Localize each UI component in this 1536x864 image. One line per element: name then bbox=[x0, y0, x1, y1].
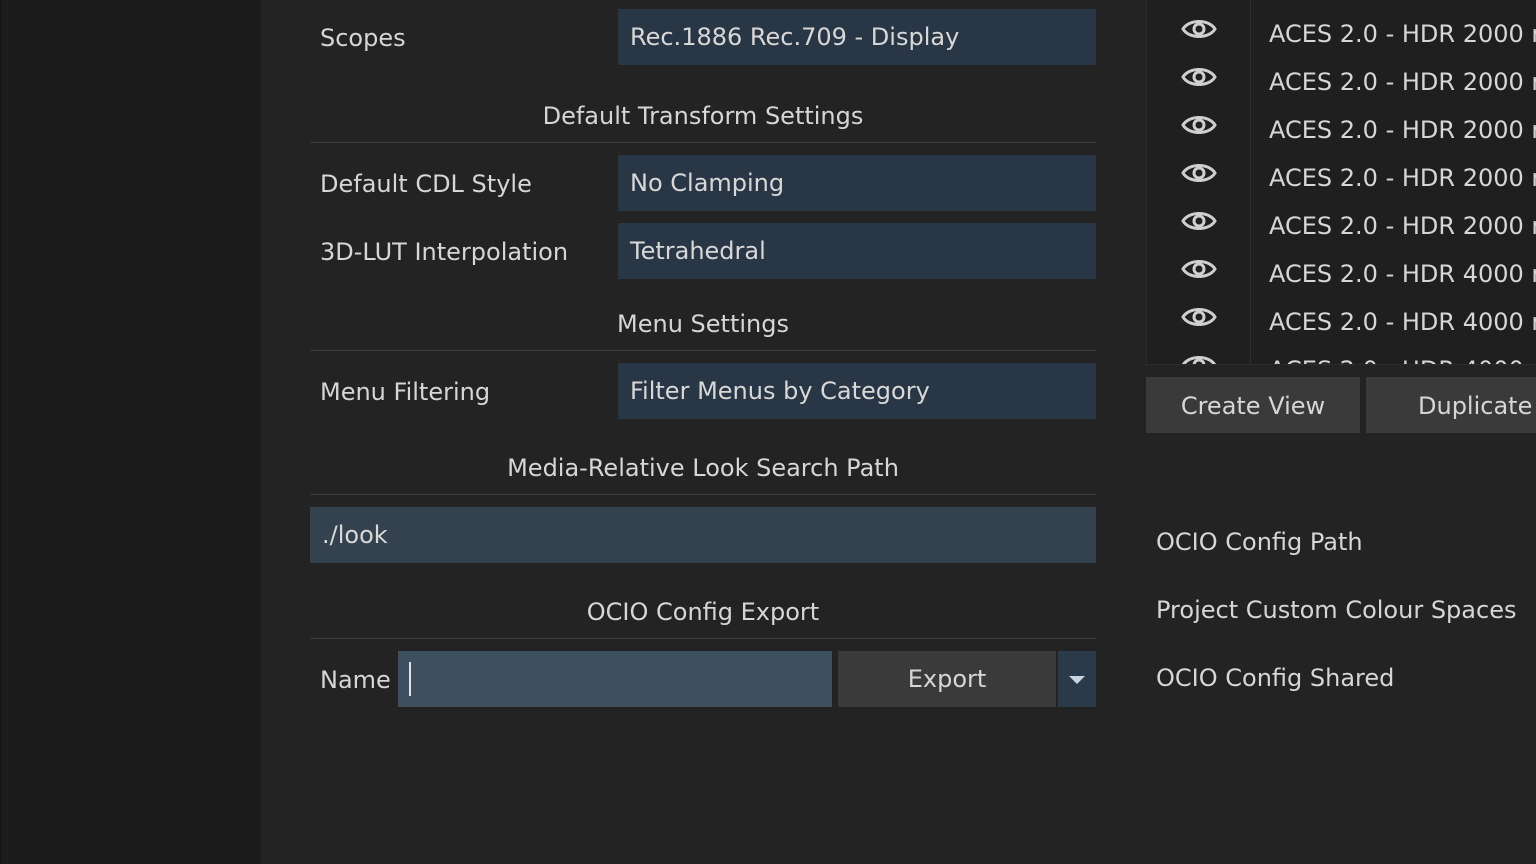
create-view-button[interactable]: Create View bbox=[1146, 377, 1360, 433]
view-name: ACES 2.0 - HDR 4000 ni bbox=[1269, 341, 1536, 364]
view-row[interactable]: ACES 2.0 - HDR 4000 ni bbox=[1147, 245, 1536, 293]
chevron-down-icon bbox=[1069, 676, 1085, 684]
eye-icon[interactable] bbox=[1181, 160, 1217, 186]
view-row[interactable]: ACES 2.0 - HDR 4000 ni bbox=[1147, 293, 1536, 341]
text-caret bbox=[409, 662, 411, 696]
view-row[interactable]: ACES 2.0 - HDR 2000 ni bbox=[1147, 53, 1536, 101]
view-row[interactable]: ACES 2.0 - HDR 2000 ni bbox=[1147, 197, 1536, 245]
menu-settings-heading: Menu Settings bbox=[617, 310, 789, 338]
duplicate-view-button[interactable]: Duplicate bbox=[1366, 377, 1536, 433]
look-search-path-heading: Media-Relative Look Search Path bbox=[507, 454, 899, 482]
view-list[interactable]: ACES 2.0 - HDR 2000 ni ACES 2.0 - HDR 200… bbox=[1146, 0, 1536, 365]
lut-interpolation-select[interactable]: Tetrahedral bbox=[618, 223, 1096, 279]
project-custom-colour-spaces-label: Project Custom Colour Spaces bbox=[1156, 596, 1517, 624]
export-options-dropdown[interactable] bbox=[1058, 651, 1096, 707]
settings-window: Scopes Rec.1886 Rec.709 - Display Defaul… bbox=[0, 0, 1536, 864]
scopes-select[interactable]: Rec.1886 Rec.709 - Display bbox=[618, 9, 1096, 65]
lut-interpolation-label: 3D-LUT Interpolation bbox=[320, 238, 569, 266]
view-row[interactable]: ACES 2.0 - HDR 2000 ni bbox=[1147, 5, 1536, 53]
cdl-style-select[interactable]: No Clamping bbox=[618, 155, 1096, 211]
export-name-input[interactable] bbox=[398, 651, 832, 707]
eye-icon[interactable] bbox=[1181, 16, 1217, 42]
menu-filtering-select[interactable]: Filter Menus by Category bbox=[618, 363, 1096, 419]
look-search-path-input[interactable]: ./look bbox=[310, 507, 1096, 563]
left-sidebar bbox=[0, 0, 261, 864]
divider bbox=[310, 350, 1096, 351]
view-row[interactable]: ACES 2.0 - HDR 4000 ni bbox=[1147, 341, 1536, 364]
export-name-label: Name bbox=[320, 666, 391, 694]
ocio-config-path-label: OCIO Config Path bbox=[1156, 528, 1363, 556]
eye-icon[interactable] bbox=[1181, 208, 1217, 234]
divider bbox=[310, 142, 1096, 143]
menu-filtering-label: Menu Filtering bbox=[320, 378, 491, 406]
scopes-label: Scopes bbox=[320, 24, 406, 52]
default-transform-heading: Default Transform Settings bbox=[542, 102, 864, 130]
eye-icon[interactable] bbox=[1181, 112, 1217, 138]
eye-icon[interactable] bbox=[1181, 64, 1217, 90]
divider bbox=[310, 494, 1096, 495]
view-row[interactable]: ACES 2.0 - HDR 2000 ni bbox=[1147, 101, 1536, 149]
divider bbox=[310, 638, 1096, 639]
eye-icon[interactable] bbox=[1181, 352, 1217, 364]
cdl-style-label: Default CDL Style bbox=[320, 170, 532, 198]
eye-icon[interactable] bbox=[1181, 256, 1217, 282]
export-button[interactable]: Export bbox=[838, 651, 1056, 707]
ocio-export-heading: OCIO Config Export bbox=[586, 598, 820, 626]
eye-icon[interactable] bbox=[1181, 304, 1217, 330]
ocio-config-shared-label: OCIO Config Shared bbox=[1156, 664, 1395, 692]
view-row[interactable]: ACES 2.0 - HDR 2000 ni bbox=[1147, 149, 1536, 197]
